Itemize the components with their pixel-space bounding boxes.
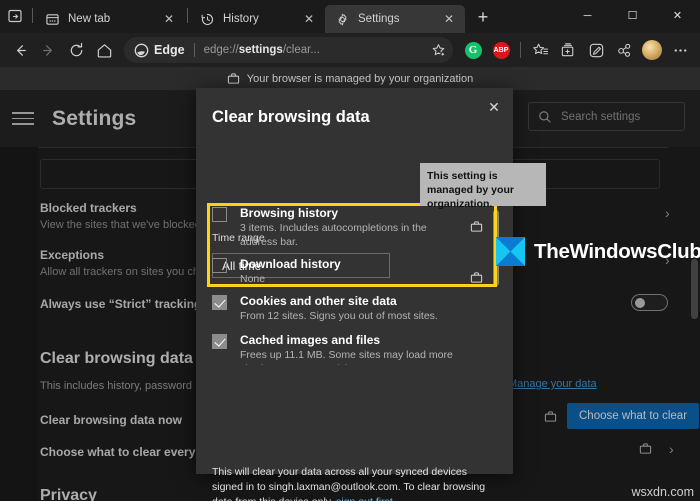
tab-settings[interactable]: Settings ✕ [325, 5, 465, 33]
favorites-icon[interactable] [526, 36, 554, 64]
toolbar-divider [520, 42, 521, 58]
edge-brand-label: Edge [154, 43, 185, 57]
url-prefix: edge:// [204, 44, 239, 56]
sync-notice-period: . [393, 496, 396, 501]
home-icon[interactable] [90, 36, 118, 64]
forward-arrow-icon[interactable] [34, 36, 62, 64]
edge-brand: Edge [134, 43, 185, 58]
briefcase-icon [227, 72, 240, 85]
maximize-button[interactable]: ☐ [610, 0, 655, 31]
new-tab-button[interactable]: + [469, 3, 497, 31]
close-icon[interactable]: ✕ [481, 94, 507, 120]
grammarly-badge: G [465, 42, 482, 59]
wsxdn-watermark: wsxdn.com [631, 485, 694, 499]
checkbox-label: Cached images and files [240, 333, 497, 347]
checkbox-description: Frees up 11.1 MB. Some sites may load mo… [240, 349, 497, 365]
tab-strip: New tab ✕ History ✕ Settings ✕ + ─ ☐ ✕ [0, 0, 700, 33]
web-capture-icon[interactable] [582, 36, 610, 64]
checkbox-row-cached-images[interactable]: Cached images and files Frees up 11.1 MB… [212, 333, 497, 365]
tab-title: Settings [358, 13, 429, 25]
checkbox-label: Cookies and other site data [240, 294, 497, 308]
refresh-icon[interactable] [62, 36, 90, 64]
history-clock-icon [200, 12, 215, 27]
managed-banner-text: Your browser is managed by your organiza… [247, 73, 473, 85]
tab-divider [32, 8, 33, 23]
thewindowsclub-logo-icon [496, 237, 525, 266]
url-text: edge://settings/clear... [204, 44, 427, 56]
address-bar[interactable]: Edge edge://settings/clear... [124, 37, 453, 63]
gear-icon [335, 12, 350, 27]
adblockplus-extension-icon[interactable]: ABP [487, 36, 515, 64]
highlight-annotation-box [207, 203, 497, 287]
thewindowsclub-watermark: TheWindowsClub [496, 237, 700, 266]
sync-notice: This will clear your data across all you… [212, 465, 495, 501]
thewindowsclub-wordmark: TheWindowsClub [534, 240, 700, 264]
browser-toolbar: Edge edge://settings/clear... G ABP [0, 33, 700, 67]
profile-picture [642, 40, 662, 60]
close-icon[interactable]: ✕ [159, 9, 179, 29]
cached-images-checkbox[interactable] [212, 334, 227, 349]
minimize-button[interactable]: ─ [565, 0, 610, 31]
tab-divider [187, 8, 188, 23]
cookies-checkbox[interactable] [212, 295, 227, 310]
url-suffix: /clear... [283, 44, 320, 56]
checkbox-row-cookies[interactable]: Cookies and other site data From 12 site… [212, 294, 497, 331]
sign-out-first-link[interactable]: sign out first [336, 496, 393, 501]
url-bold: settings [239, 44, 283, 56]
tab-new-tab[interactable]: New tab ✕ [35, 5, 185, 33]
avatar[interactable] [638, 36, 666, 64]
close-icon[interactable]: ✕ [439, 9, 459, 29]
managed-setting-tooltip: This setting is managed by your organiza… [420, 163, 546, 206]
back-arrow-icon[interactable] [6, 36, 34, 64]
add-favorite-icon[interactable] [427, 39, 449, 61]
checkbox-description: From 12 sites. Signs you out of most sit… [240, 310, 497, 324]
tab-search-icon[interactable] [0, 2, 30, 30]
dialog-title: Clear browsing data [212, 108, 370, 127]
grammarly-extension-icon[interactable]: G [459, 36, 487, 64]
close-icon[interactable]: ✕ [299, 9, 319, 29]
tab-title: History [223, 13, 289, 25]
newtab-icon [45, 12, 60, 27]
more-options-icon[interactable] [666, 36, 694, 64]
omnibox-divider [194, 43, 195, 57]
tab-title: New tab [68, 13, 149, 25]
tab-history[interactable]: History ✕ [190, 5, 325, 33]
adblockplus-badge: ABP [493, 42, 510, 59]
window-controls: ─ ☐ ✕ [565, 0, 700, 31]
collections-icon[interactable] [554, 36, 582, 64]
managed-browser-banner: Your browser is managed by your organiza… [0, 67, 700, 90]
edge-browser-window: New tab ✕ History ✕ Settings ✕ + ─ ☐ ✕ [0, 0, 700, 501]
share-icon[interactable] [610, 36, 638, 64]
close-window-button[interactable]: ✕ [655, 0, 700, 31]
